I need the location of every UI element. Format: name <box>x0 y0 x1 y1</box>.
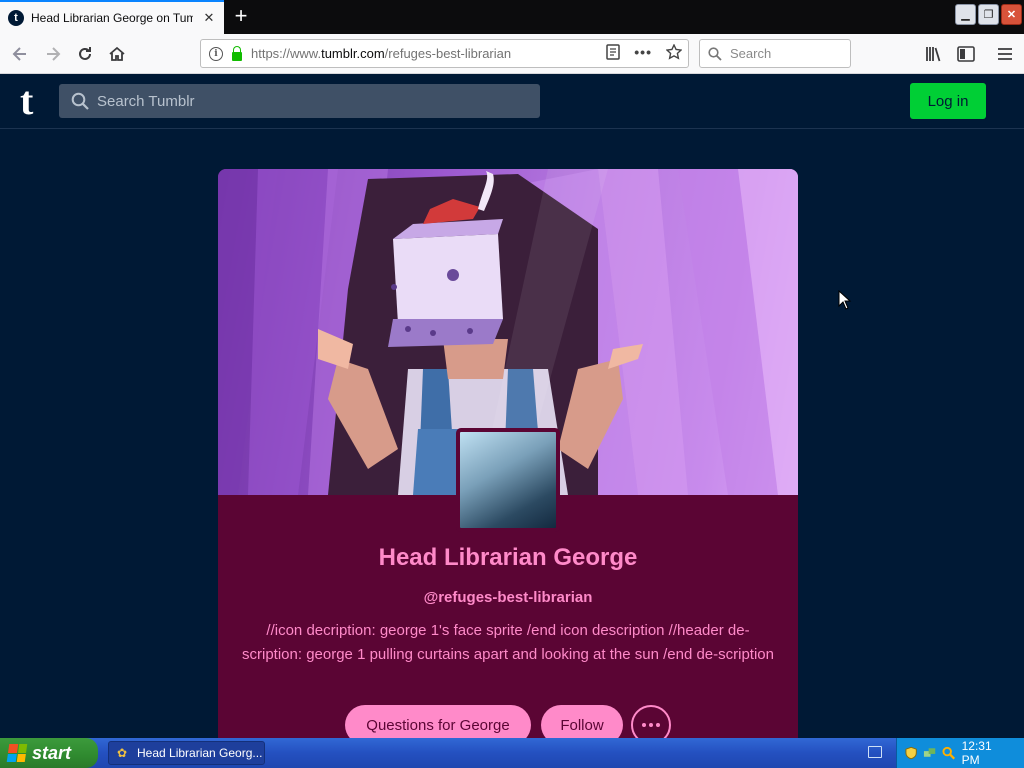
tumblr-search[interactable] <box>59 84 540 118</box>
mouse-cursor-icon <box>838 290 852 310</box>
firefox-app-icon: ✿ <box>117 746 128 760</box>
tumblr-page: t Log in <box>0 75 1024 738</box>
minimize-window-button[interactable]: ▁ <box>955 4 976 25</box>
hamburger-menu-icon <box>998 48 1012 60</box>
library-icon <box>926 47 941 62</box>
sidebar-icon <box>957 46 975 62</box>
more-dot-icon <box>656 723 660 727</box>
search-icon <box>71 92 89 110</box>
browser-toolbar: i https://www.tumblr.com/refuges-best-li… <box>0 34 1024 74</box>
secure-lock-icon <box>232 45 242 61</box>
page-info-icon[interactable]: i <box>209 46 223 61</box>
close-tab-icon[interactable]: ✕ <box>200 9 218 27</box>
restore-window-button[interactable]: ❐ <box>978 4 999 25</box>
home-button[interactable] <box>105 42 129 66</box>
tumblr-favicon-icon: t <box>8 10 24 26</box>
url-text[interactable]: https://www.tumblr.com/refuges-best-libr… <box>251 46 511 61</box>
tab-title: Head Librarian George on Tumblr <box>31 11 193 25</box>
browser-tab-strip: t Head Librarian George on Tumblr ✕ + ▁ … <box>0 0 1024 34</box>
window-controls: ▁ ❐ ✕ <box>955 4 1022 25</box>
browser-tab[interactable]: t Head Librarian George on Tumblr ✕ <box>0 0 224 34</box>
home-icon <box>109 46 125 61</box>
blog-handle[interactable]: @refuges-best-librarian <box>218 589 798 606</box>
browser-search-box[interactable]: Search <box>699 39 851 68</box>
sidebar-toggle-button[interactable] <box>954 42 978 66</box>
os-taskbar: start ✿ Head Librarian Georg... 12:31 PM <box>0 738 1024 768</box>
security-shield-icon[interactable] <box>905 746 917 760</box>
blog-description: //icon decription: george 1's face sprit… <box>242 622 774 663</box>
bookmark-star-icon[interactable] <box>666 44 682 60</box>
system-clock[interactable]: 12:31 PM <box>962 739 1010 767</box>
search-icon <box>708 46 722 61</box>
more-dot-icon <box>642 723 646 727</box>
tumblr-logo[interactable]: t <box>20 81 33 121</box>
browser-search-placeholder: Search <box>730 46 772 61</box>
questions-button[interactable]: Questions for George <box>345 705 531 738</box>
more-dot-icon <box>649 723 653 727</box>
taskbar-window-label: Head Librarian Georg... <box>137 746 263 760</box>
address-bar[interactable]: i https://www.tumblr.com/refuges-best-li… <box>200 39 689 68</box>
login-button[interactable]: Log in <box>910 83 986 119</box>
system-tray: 12:31 PM <box>896 738 1024 768</box>
new-tab-button[interactable]: + <box>228 4 254 30</box>
reader-view-icon[interactable] <box>606 44 621 60</box>
back-button[interactable] <box>8 42 32 66</box>
page-actions-icon[interactable]: ••• <box>634 44 652 60</box>
library-button[interactable] <box>922 42 946 66</box>
close-window-button[interactable]: ✕ <box>1001 4 1022 25</box>
search-tray-icon[interactable] <box>942 746 956 760</box>
tumblr-header: t Log in <box>0 75 1024 129</box>
back-arrow-icon <box>12 47 26 61</box>
reload-icon <box>79 47 91 60</box>
start-label: start <box>32 742 72 763</box>
forward-arrow-icon <box>47 47 61 61</box>
taskbar-window-item[interactable]: ✿ Head Librarian Georg... <box>108 741 265 765</box>
more-options-button[interactable] <box>631 705 671 738</box>
page-scrollbar[interactable] <box>1016 130 1024 738</box>
keyboard-icon[interactable] <box>868 746 882 758</box>
network-icon[interactable] <box>923 746 936 760</box>
follow-button[interactable]: Follow <box>541 705 623 738</box>
reload-button[interactable] <box>73 42 97 66</box>
menu-button[interactable] <box>993 42 1017 66</box>
blog-title[interactable]: Head Librarian George <box>218 544 798 572</box>
blog-card: Head Librarian George @refuges-best-libr… <box>218 169 798 738</box>
blog-avatar[interactable] <box>456 428 560 532</box>
start-button[interactable]: start <box>0 738 98 768</box>
tumblr-search-input[interactable] <box>97 92 517 110</box>
windows-flag-icon <box>6 744 28 762</box>
forward-button[interactable] <box>41 42 65 66</box>
